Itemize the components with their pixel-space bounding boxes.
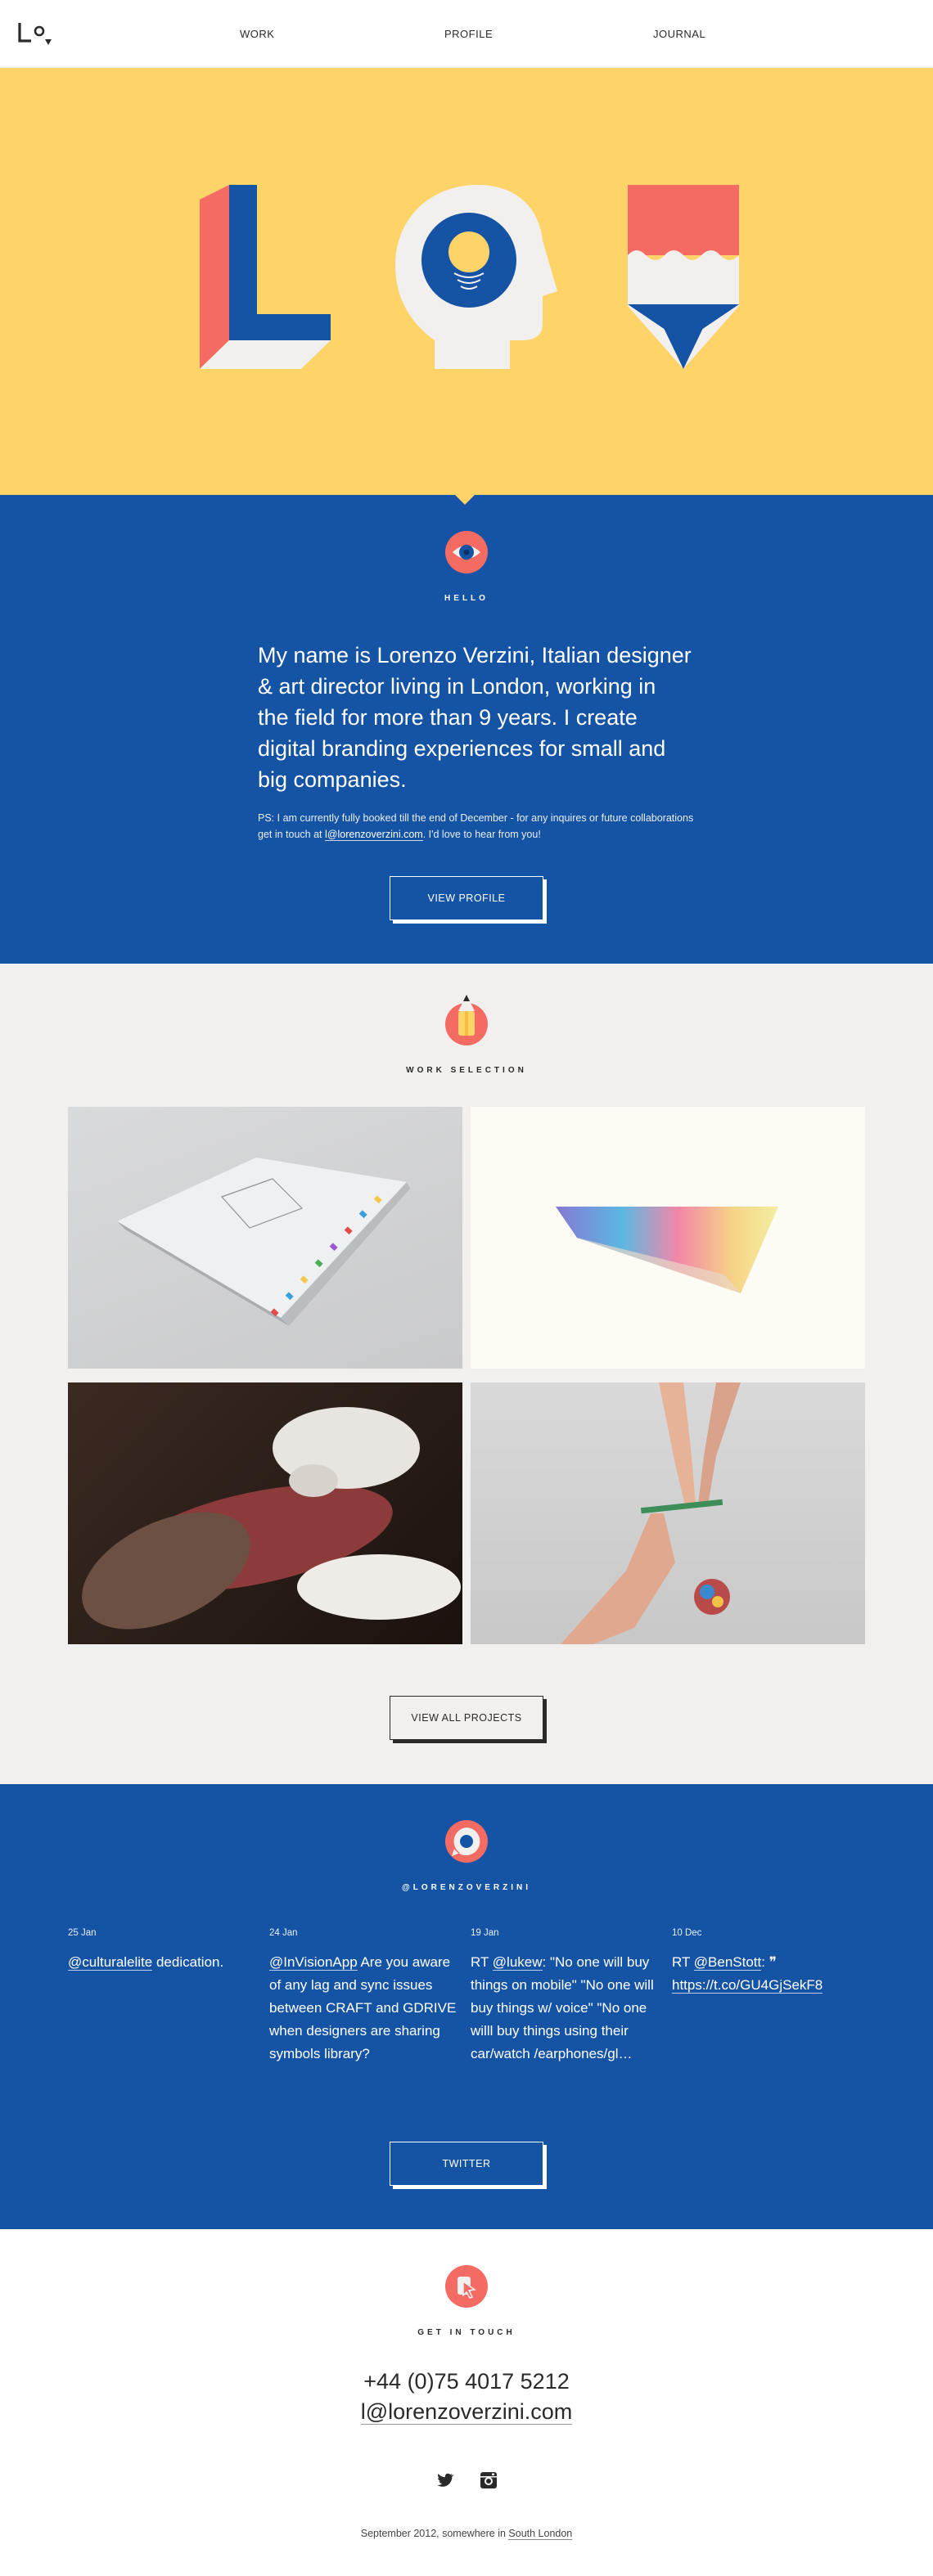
tweet-body: dedication. <box>152 1954 224 1970</box>
cursor-icon <box>445 2265 488 2308</box>
speech-bubble-icon <box>445 1820 488 1863</box>
phone-number[interactable]: +44 (0)75 4017 5212 <box>0 2369 933 2394</box>
tweet-card: 19 Jan RT @lukew: "No one will buy thing… <box>471 1928 660 2066</box>
twitter-button[interactable]: TWITTER <box>390 2142 543 2186</box>
head-profile-icon <box>395 185 557 369</box>
nav-link-profile[interactable]: PROFILE <box>444 28 493 40</box>
contact-section: GET IN TOUCH +44 (0)75 4017 5212 l@loren… <box>0 2229 933 2576</box>
site-logo[interactable] <box>18 20 56 47</box>
tweet-mention-link[interactable]: @lukew <box>492 1954 543 1971</box>
letter-l-icon <box>200 185 331 369</box>
contact-label: GET IN TOUCH <box>417 2328 516 2337</box>
email-link[interactable]: l@lorenzoverzini.com <box>360 2399 573 2425</box>
footer-text-start: September 2012, somewhere in <box>360 2528 509 2539</box>
tweet-text: @InVisionApp Are you aware of any lag an… <box>269 1951 459 2066</box>
tweet-card: 10 Dec RT @BenStott: ❞ https://t.co/GU4G… <box>672 1928 862 1997</box>
availability-note-end: . I'd love to hear from you! <box>422 829 541 840</box>
hands-project-image[interactable] <box>471 1382 865 1644</box>
pencil-icon <box>628 185 739 369</box>
email-row: l@lorenzoverzini.com <box>0 2399 933 2425</box>
twitter-handle-label: @LORENZOVERZINI <box>401 1883 532 1892</box>
nav-link-journal[interactable]: JOURNAL <box>653 28 705 40</box>
top-nav: WORK PROFILE JOURNAL <box>0 0 933 68</box>
tweet-mention-link[interactable]: @culturalelite <box>68 1954 153 1971</box>
footer-text: September 2012, somewhere in South Londo… <box>0 2528 933 2540</box>
tweet-prefix: RT <box>471 1954 493 1970</box>
availability-note: PS: I am currently fully booked till the… <box>258 810 700 843</box>
intro-text: My name is Lorenzo Verzini, Italian desi… <box>258 643 692 792</box>
tweet-date: 10 Dec <box>672 1928 702 1938</box>
tweet-date: 24 Jan <box>269 1928 298 1938</box>
hello-section: HELLO My name is Lorenzo Verzini, Italia… <box>0 495 933 964</box>
twitter-section: @LORENZOVERZINI 25 Jan @culturalelite de… <box>0 1784 933 2229</box>
tweet-date: 25 Jan <box>68 1928 97 1938</box>
hello-label: HELLO <box>444 594 489 603</box>
tweet-text: @culturalelite dedication. <box>68 1951 258 1974</box>
view-all-projects-button[interactable]: VIEW ALL PROJECTS <box>390 1696 543 1740</box>
work-label: WORK SELECTION <box>406 1066 527 1075</box>
work-section: WORK SELECTION VIEW ALL PROJECTS <box>0 964 933 1784</box>
tweet-url-link[interactable]: https://t.co/GU4GjSekF8 <box>672 1977 823 1994</box>
tweet-text: RT @BenStott: ❞ https://t.co/GU4GjSekF8 <box>672 1951 862 1997</box>
hero-pointer <box>455 495 475 505</box>
tattoo-project-image[interactable] <box>68 1382 462 1644</box>
tweet-body: : ❞ <box>761 1954 777 1970</box>
hero-banner <box>0 68 933 505</box>
eye-icon <box>445 531 488 573</box>
prism-project-image[interactable] <box>471 1107 865 1369</box>
tweet-card: 24 Jan @InVisionApp Are you aware of any… <box>269 1928 459 2066</box>
ps-email-link[interactable]: l@lorenzoverzini.com <box>325 829 423 841</box>
tweet-date: 19 Jan <box>471 1928 499 1938</box>
pencil-badge-icon <box>445 990 488 1045</box>
book-project-image[interactable] <box>68 1107 462 1369</box>
instagram-icon[interactable] <box>479 2470 498 2490</box>
twitter-icon[interactable] <box>435 2470 454 2490</box>
location-link[interactable]: South London <box>508 2528 573 2540</box>
tweet-mention-link[interactable]: @BenStott <box>693 1954 762 1971</box>
tweet-mention-link[interactable]: @InVisionApp <box>269 1954 358 1971</box>
view-profile-button[interactable]: VIEW PROFILE <box>390 876 543 920</box>
tweet-text: RT @lukew: "No one will buy things on mo… <box>471 1951 660 2066</box>
tweet-card: 25 Jan @culturalelite dedication. <box>68 1928 258 1974</box>
nav-link-work[interactable]: WORK <box>240 28 274 40</box>
tweet-prefix: RT <box>672 1954 694 1970</box>
